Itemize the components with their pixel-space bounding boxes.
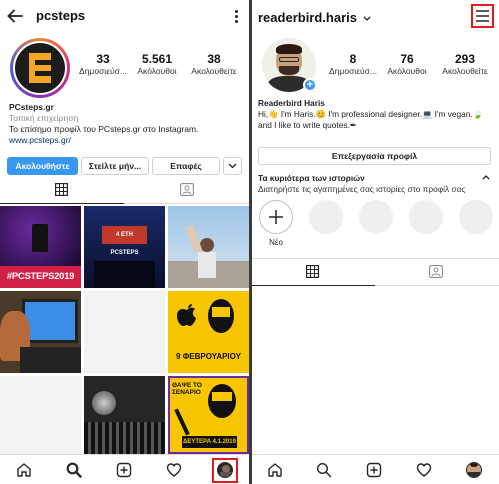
- hamburger-menu-icon[interactable]: [475, 9, 490, 23]
- highlight-placeholder: [309, 200, 343, 234]
- profile-username: pcsteps: [36, 8, 86, 23]
- highlight-placeholder: [409, 200, 443, 234]
- right-profile-screen: readerbird.haris + 8 Δημοσιεύσ... 76 Ακό…: [252, 0, 499, 484]
- chevron-up-icon[interactable]: [482, 175, 490, 180]
- apple-logo-icon: [177, 304, 196, 326]
- post-caption: 9 ΦΕΒΡΟΥΑΡΙΟΥ: [176, 352, 241, 361]
- edit-profile-button[interactable]: Επεξεργασία προφίλ: [258, 147, 491, 165]
- search-icon[interactable]: [66, 462, 82, 478]
- highlight-placeholder: [459, 200, 493, 234]
- post-thumbnail[interactable]: 4 ΕΤΗ PCSTEPS: [84, 206, 165, 288]
- stat-followers[interactable]: 76 Ακόλουθοι: [382, 52, 432, 76]
- profile-bio: Το επίσημο προφίλ του PCsteps.gr στο Ins…: [9, 124, 199, 134]
- grid-view-icon[interactable]: [55, 183, 68, 196]
- story-ring[interactable]: [10, 38, 70, 98]
- post-thumbnail[interactable]: 9 ΦΕΒΡΟΥΑΡΙΟΥ: [168, 291, 249, 373]
- post-thumbnail[interactable]: #PCSTEPS2019: [0, 206, 81, 288]
- new-post-icon[interactable]: [366, 462, 382, 478]
- follow-button[interactable]: Ακολουθήστε: [7, 157, 78, 175]
- post-caption: ΘΑΨΕ ΤΟ ΣΕΝΑΡΙΟ: [172, 382, 202, 396]
- profile-bio-line: Hi,👋 I'm Haris.😊 I'm professional design…: [258, 109, 483, 119]
- left-profile-screen: pcsteps 33 Δημοσιεύσ... 5.561 Ακόλουθοι …: [0, 0, 249, 484]
- post-subcaption: ΔΕΥΤΕΡΑ 4.1.2019: [182, 436, 237, 448]
- chevron-down-icon: [228, 163, 237, 169]
- home-icon[interactable]: [267, 462, 283, 478]
- post-thumbnail[interactable]: [0, 291, 81, 373]
- more-options-icon[interactable]: [235, 10, 238, 25]
- highlight-placeholder: [359, 200, 393, 234]
- post-thumbnail[interactable]: ΘΑΨΕ ΤΟ ΣΕΝΑΡΙΟ ΔΕΥΤΕΡΑ 4.1.2019: [168, 376, 249, 454]
- tagged-photos-icon[interactable]: [429, 265, 443, 278]
- profile-username: readerbird.haris: [258, 10, 357, 25]
- post-thumbnail[interactable]: [84, 291, 165, 373]
- profile-name: PCsteps.gr: [9, 102, 54, 112]
- suggestions-dropdown-button[interactable]: [223, 157, 242, 175]
- highlights-subtitle: Διατηρήστε τις αγαπημένες σας ιστορίες σ…: [258, 184, 466, 194]
- back-arrow-icon[interactable]: [7, 9, 23, 23]
- heart-icon[interactable]: [166, 462, 182, 478]
- search-icon[interactable]: [316, 462, 332, 478]
- message-button[interactable]: Στείλτε μήν...: [81, 157, 149, 175]
- pcsteps-logo-icon: [29, 53, 51, 83]
- chevron-down-icon: [362, 16, 371, 21]
- post-thumbnail[interactable]: [84, 376, 165, 454]
- new-highlight-label: Νέο: [269, 238, 283, 247]
- add-story-plus-icon[interactable]: +: [303, 78, 317, 92]
- plus-icon: [269, 210, 283, 224]
- tagged-photos-icon[interactable]: [180, 183, 194, 196]
- profile-tab-highlight: [212, 458, 238, 483]
- highlights-title[interactable]: Τα κυριότερα των ιστοριών: [258, 173, 365, 183]
- profile-bio-line: and I like to write quotes.✒: [258, 120, 357, 130]
- profile-website-link[interactable]: www.pcsteps.gr/: [9, 135, 198, 146]
- grid-view-icon[interactable]: [306, 265, 319, 278]
- profile-tab-avatar[interactable]: [466, 462, 482, 478]
- new-highlight-button[interactable]: [259, 200, 293, 234]
- post-caption: 4 ΕΤΗ PCSTEPS: [102, 226, 147, 256]
- stat-following[interactable]: 293 Ακολουθείτε: [436, 52, 494, 76]
- avatar: [15, 43, 65, 93]
- stat-followers[interactable]: 5.561 Ακόλουθοι: [132, 52, 182, 76]
- home-icon[interactable]: [16, 462, 32, 478]
- heart-icon[interactable]: [416, 462, 432, 478]
- post-thumbnail[interactable]: [0, 376, 81, 454]
- account-switcher[interactable]: readerbird.haris: [258, 10, 371, 25]
- post-caption: #PCSTEPS2019: [0, 266, 81, 288]
- post-thumbnail[interactable]: [168, 206, 249, 288]
- contact-button[interactable]: Επαφές: [152, 157, 220, 175]
- profile-name: Readerbird Haris: [258, 98, 325, 108]
- stat-following[interactable]: 38 Ακολουθείτε: [186, 52, 242, 76]
- profile-category: Τοπική επιχείρηση: [9, 113, 79, 123]
- bottom-navigation: [252, 454, 499, 484]
- stat-posts[interactable]: 33 Δημοσιεύσ...: [78, 52, 128, 76]
- stat-posts[interactable]: 8 Δημοσιεύσ...: [328, 52, 378, 76]
- new-post-icon[interactable]: [116, 462, 132, 478]
